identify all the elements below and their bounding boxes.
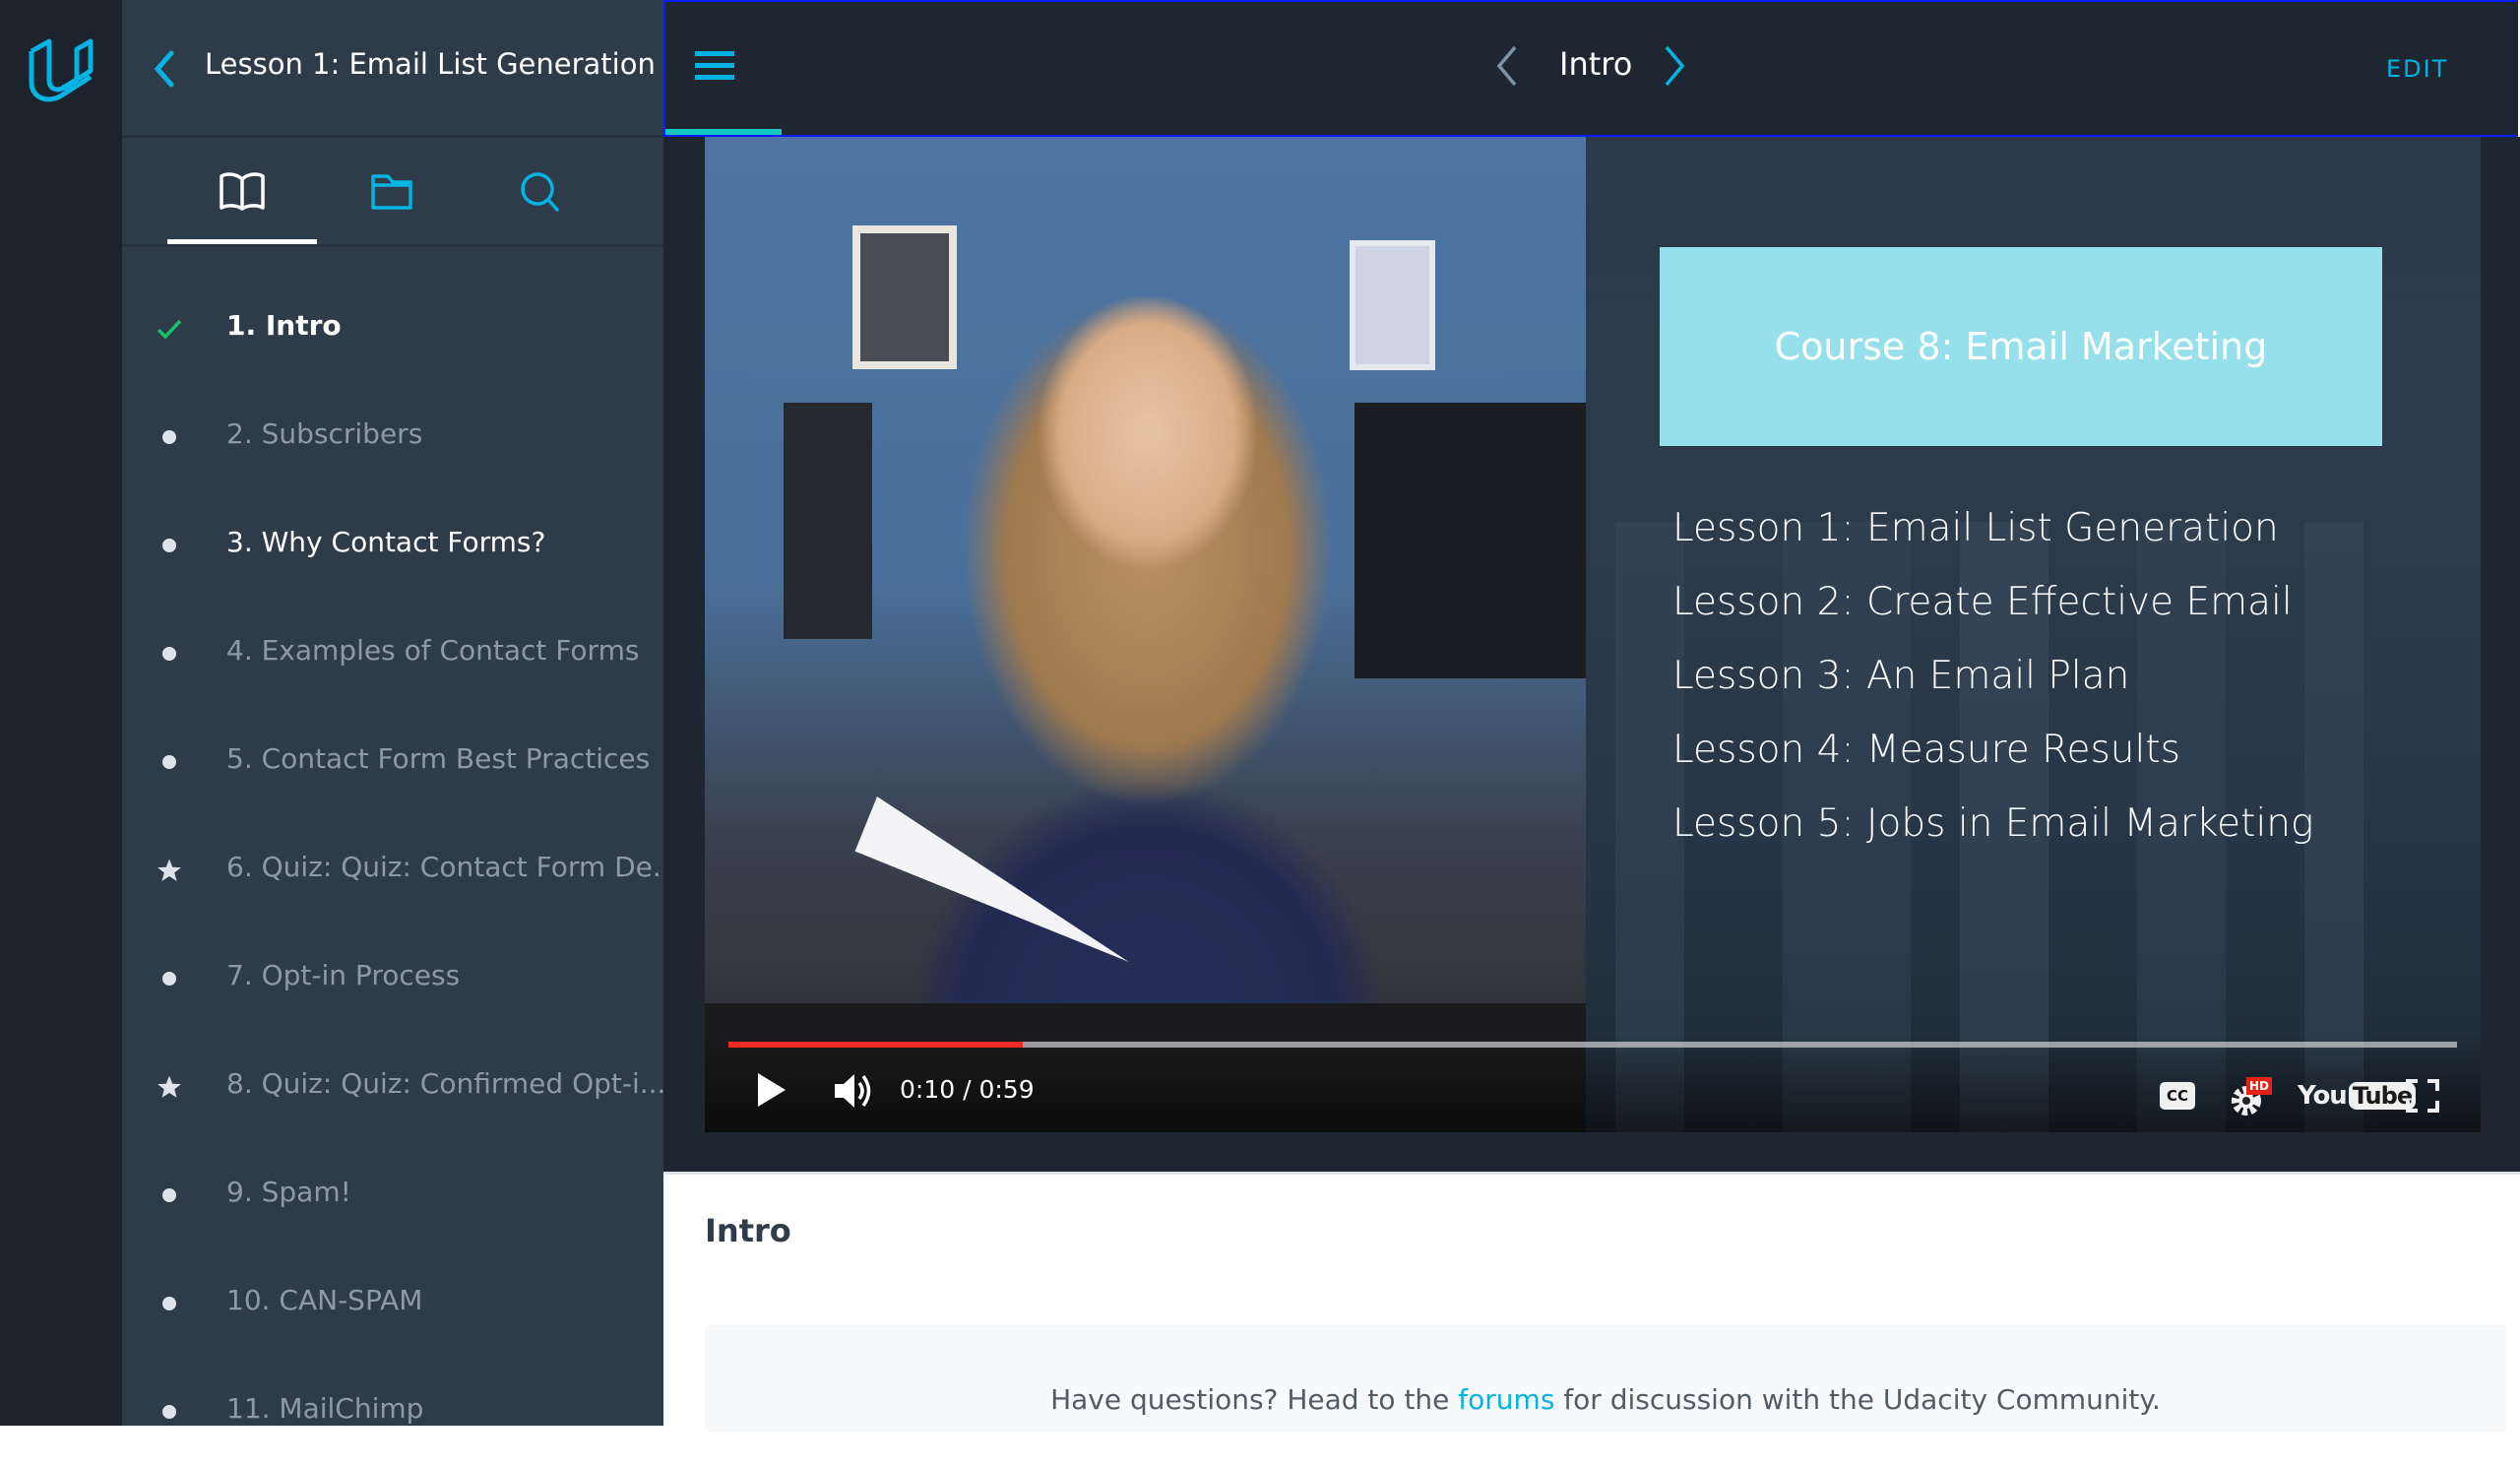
prev-concept-chevron-icon[interactable] <box>1494 44 1520 88</box>
course-slide: Course 8: Email Marketing Lesson 1: Emai… <box>1586 137 2481 1132</box>
youtube-logo[interactable]: You Tube <box>2298 1079 2417 1113</box>
search-icon <box>521 172 559 212</box>
concept-label: 10. CAN-SPAM <box>226 1284 423 1316</box>
slide-title: Course 8: Email Marketing <box>1774 325 2268 368</box>
wall-picture <box>852 225 957 369</box>
concept-item[interactable]: 8. Quiz: Quiz: Confirmed Opt-i... <box>122 1034 666 1142</box>
video-stage: Course 8: Email Marketing Lesson 1: Emai… <box>663 137 2520 1172</box>
concept-item[interactable]: 6. Quiz: Quiz: Contact Form De... <box>122 817 679 925</box>
star-icon <box>156 1073 183 1101</box>
slide-lesson: Lesson 4: Measure Results <box>1672 728 2180 772</box>
concept-label: 7. Opt-in Process <box>226 959 461 991</box>
instructor-video-frame <box>705 137 1586 1132</box>
concept-label: 8. Quiz: Quiz: Confirmed Opt-i... <box>226 1067 666 1100</box>
concept-header: Intro EDIT <box>663 0 2518 137</box>
fullscreen-icon[interactable] <box>2406 1079 2439 1113</box>
tab-search[interactable] <box>467 138 616 244</box>
checkmark-icon <box>156 315 183 343</box>
slide-lesson: Lesson 3: An Email Plan <box>1672 654 2130 698</box>
lesson-title: Lesson 1: Email List Generation <box>205 47 656 81</box>
hd-badge: HD <box>2246 1077 2272 1095</box>
closed-captions-button[interactable]: CC <box>2160 1082 2195 1110</box>
concept-label: 5. Contact Form Best Practices <box>226 742 651 775</box>
youtube-player[interactable]: Course 8: Email Marketing Lesson 1: Emai… <box>705 137 2481 1132</box>
dot-icon <box>156 640 183 668</box>
volume-icon[interactable] <box>833 1071 876 1111</box>
concept-label: 9. Spam! <box>226 1176 351 1208</box>
slide-lesson: Lesson 2: Create Effective Email <box>1672 580 2293 624</box>
concept-item[interactable]: 2. Subscribers <box>122 384 663 492</box>
seek-bar-played <box>728 1042 1023 1048</box>
dot-icon <box>156 532 183 559</box>
concept-label: 1. Intro <box>226 309 342 342</box>
slide-lesson: Lesson 5: Jobs in Email Marketing <box>1672 801 2314 846</box>
concept-item[interactable]: 7. Opt-in Process <box>122 925 663 1034</box>
background-monitor <box>784 403 872 639</box>
concept-label: 6. Quiz: Quiz: Contact Form De... <box>226 851 679 883</box>
youtube-you: You <box>2298 1081 2348 1111</box>
dot-icon <box>156 965 183 992</box>
concept-item[interactable]: 9. Spam! <box>122 1142 663 1250</box>
lesson-sidebar: Lesson 1: Email List Generation 1. Intro <box>122 0 679 1426</box>
forum-text-suffix: for discussion with the Udacity Communit… <box>1554 1383 2161 1416</box>
concept-label: 3. Why Contact Forms? <box>226 526 546 558</box>
concept-item[interactable]: 11. MailChimp <box>122 1359 663 1467</box>
forums-link[interactable]: forums <box>1458 1383 1554 1416</box>
slide-lesson: Lesson 1: Email List Generation <box>1672 506 2279 550</box>
background-monitor <box>1354 403 1586 678</box>
seek-bar[interactable] <box>728 1042 2457 1048</box>
concept-title: Intro <box>1559 45 1633 83</box>
folder-icon <box>371 174 412 210</box>
slide-title-box: Course 8: Email Marketing <box>1660 247 2382 446</box>
concept-item[interactable]: 1. Intro <box>122 276 663 384</box>
dot-icon <box>156 423 183 451</box>
book-icon <box>220 172 265 211</box>
concept-label: 2. Subscribers <box>226 417 423 450</box>
forum-callout: Have questions? Head to the forums for d… <box>705 1324 2506 1433</box>
concept-label: 4. Examples of Contact Forms <box>226 634 640 667</box>
next-concept-chevron-icon[interactable] <box>1662 44 1687 88</box>
tab-resources[interactable] <box>317 138 467 244</box>
dot-icon <box>156 1290 183 1317</box>
app-rail <box>0 0 122 1426</box>
hamburger-menu-icon[interactable] <box>695 51 734 81</box>
concept-label: 11. MailChimp <box>226 1392 424 1425</box>
dot-icon <box>156 1181 183 1209</box>
sidebar-header: Lesson 1: Email List Generation <box>122 0 663 138</box>
concept-item[interactable]: 4. Examples of Contact Forms <box>122 601 663 709</box>
star-icon <box>156 857 183 884</box>
concept-item[interactable]: 3. Why Contact Forms? <box>122 492 663 601</box>
wall-picture <box>1350 240 1435 370</box>
forum-text: Have questions? Head to the forums for d… <box>705 1383 2506 1416</box>
play-icon[interactable] <box>758 1073 786 1107</box>
forum-text-prefix: Have questions? Head to the <box>1050 1383 1459 1416</box>
udacity-logo-icon[interactable] <box>28 37 94 102</box>
content-heading: Intro <box>705 1212 791 1249</box>
dot-icon <box>156 748 183 776</box>
slide-lesson-list: Lesson 1: Email List Generation Lesson 2… <box>1672 506 2313 875</box>
concept-item[interactable]: 5. Contact Form Best Practices <box>122 709 663 817</box>
tab-concepts[interactable] <box>167 138 317 244</box>
edit-button[interactable]: EDIT <box>2386 55 2448 83</box>
concept-list: 1. Intro 2. Subscribers 3. Why Contact F… <box>122 276 679 1467</box>
sidebar-tabs <box>122 138 663 247</box>
time-display: 0:10 / 0:59 <box>900 1075 1035 1104</box>
player-controls: 0:10 / 0:59 CC HD You Tube <box>705 1034 2481 1132</box>
lesson-progress-bar <box>665 129 782 135</box>
concept-content: Intro Have questions? Head to the forums… <box>663 1175 2520 1433</box>
back-chevron-icon[interactable] <box>152 49 177 89</box>
concept-item[interactable]: 10. CAN-SPAM <box>122 1250 663 1359</box>
dot-icon <box>156 1398 183 1426</box>
